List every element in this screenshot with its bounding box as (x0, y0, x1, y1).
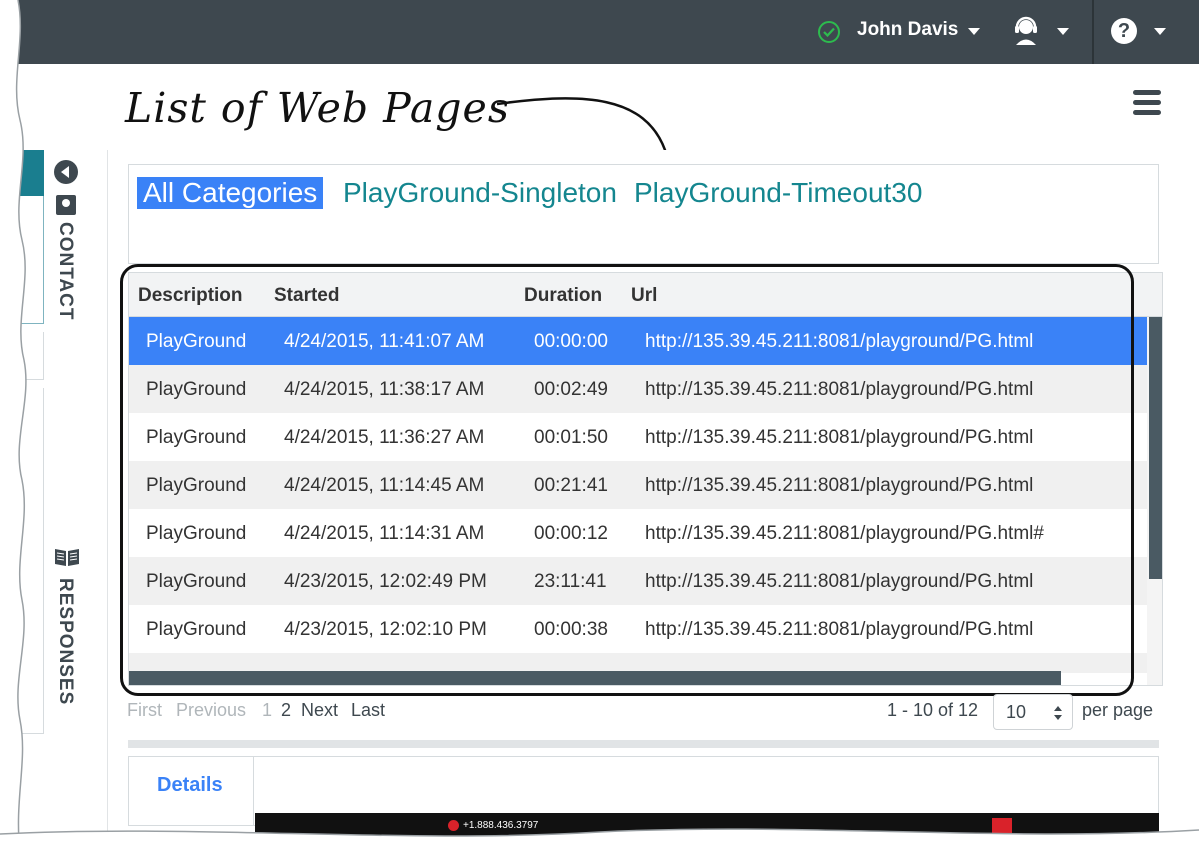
collapse-left-icon[interactable] (54, 160, 78, 184)
cell-description: PlayGround (146, 571, 247, 592)
book-icon[interactable] (54, 547, 80, 567)
select-arrows-icon (1054, 706, 1062, 720)
cell-description: PlayGround (146, 427, 247, 448)
left-panel-section (0, 196, 44, 324)
table-row[interactable]: PlayGround 4/24/2015, 11:36:27 AM 00:01:… (129, 413, 1147, 461)
table-row[interactable]: PlayGround 4/23/2015, 12:02:49 PM 23:11:… (129, 557, 1147, 605)
left-panel-section (0, 388, 44, 734)
cell-url: http://135.39.45.211:8081/playground/PG.… (645, 331, 1034, 352)
pager-next[interactable]: Next (301, 700, 338, 721)
headset-agent-icon[interactable] (1012, 16, 1040, 51)
cell-duration: 00:02:49 (534, 379, 608, 400)
column-header-started[interactable]: Started (274, 285, 339, 307)
pager-previous: Previous (176, 700, 247, 720)
panel-divider (128, 740, 1159, 748)
cell-started: 4/24/2015, 11:38:17 AM (284, 379, 485, 400)
cell-started: 4/23/2015, 12:02:49 PM (284, 571, 487, 592)
table-row[interactable]: PlayGround 4/23/2015, 12:02:10 PM 00:00:… (129, 605, 1147, 653)
tab-details-label[interactable]: Details (157, 774, 223, 797)
cell-duration: 23:11:41 (534, 571, 607, 592)
column-header-duration[interactable]: Duration (524, 285, 602, 307)
per-page-value: 10 (1006, 702, 1027, 722)
cell-url: http://135.39.45.211:8081/playground/PG.… (645, 619, 1034, 640)
cell-started: 4/24/2015, 11:14:31 AM (284, 523, 485, 544)
check-circle-icon[interactable] (818, 21, 840, 43)
cell-duration: 00:00:38 (534, 619, 608, 640)
cell-url: http://135.39.45.211:8081/playground/PG.… (645, 571, 1034, 592)
horizontal-scrollbar-thumb[interactable] (129, 671, 1061, 685)
table-row[interactable]: PlayGround 4/24/2015, 11:41:07 AM 00:00:… (129, 317, 1147, 365)
cell-duration: 00:21:41 (534, 475, 608, 496)
vertical-scrollbar[interactable] (1147, 317, 1162, 685)
pager-last[interactable]: Last (351, 700, 385, 721)
table-header: Description Started Duration Url (129, 273, 1162, 317)
page-range-text: 1 - 10 of 12 (887, 700, 979, 720)
chevron-down-icon[interactable] (1057, 28, 1069, 35)
cell-started: 4/24/2015, 11:14:45 AM (284, 475, 485, 496)
pager-page-1: 1 (262, 700, 273, 720)
category-all[interactable]: All Categories (137, 177, 324, 209)
per-page-select[interactable]: 10 (993, 694, 1073, 730)
cell-description: PlayGround (146, 331, 247, 352)
user-name-menu[interactable]: John Davis (857, 19, 958, 41)
table-row[interactable]: PlayGround 4/24/2015, 11:14:31 AM 00:00:… (129, 509, 1147, 557)
chevron-down-icon[interactable] (968, 28, 980, 35)
web-pages-table: Description Started Duration Url PlayGro… (128, 272, 1163, 686)
cell-description: PlayGround (146, 619, 247, 640)
tab-responses[interactable]: RESPONSES (54, 578, 76, 705)
hamburger-menu-icon[interactable] (1133, 90, 1161, 120)
left-panel-section (0, 332, 44, 380)
cell-started: 4/24/2015, 11:41:07 AM (284, 331, 485, 352)
question-circle-icon[interactable]: ? (1111, 18, 1137, 44)
cell-url: http://135.39.45.211:8081/playground/PG.… (645, 379, 1034, 400)
torn-bottom-decoration (0, 828, 1199, 852)
app-window: John Davis ? List of Web Pages CONTACT R… (0, 0, 1199, 852)
cell-description: PlayGround (146, 523, 247, 544)
column-header-description[interactable]: Description (138, 285, 243, 307)
cell-description: PlayGround (146, 379, 247, 400)
cell-duration: 00:00:12 (534, 523, 608, 544)
vertical-scrollbar-thumb[interactable] (1149, 317, 1162, 579)
contact-card-icon[interactable] (56, 195, 76, 215)
tab-contact[interactable]: CONTACT (54, 222, 76, 320)
category-playground-singleton[interactable]: PlayGround-Singleton (343, 177, 617, 209)
table-row[interactable]: PlayGround 4/24/2015, 11:38:17 AM 00:02:… (129, 365, 1147, 413)
column-header-url[interactable]: Url (631, 285, 657, 307)
annotation-callout: List of Web Pages (125, 84, 510, 132)
cell-started: 4/24/2015, 11:36:27 AM (284, 427, 485, 448)
category-playground-timeout30[interactable]: PlayGround-Timeout30 (634, 177, 922, 209)
table-row-partial[interactable] (129, 653, 1147, 673)
topbar-divider (1092, 0, 1094, 64)
cell-started: 4/23/2015, 12:02:10 PM (284, 619, 487, 640)
cell-duration: 00:01:50 (534, 427, 608, 448)
cell-url: http://135.39.45.211:8081/playground/PG.… (645, 523, 1044, 544)
pager-page-2[interactable]: 2 (281, 700, 291, 721)
table-row[interactable]: PlayGround 4/24/2015, 11:14:45 AM 00:21:… (129, 461, 1147, 509)
cell-description: PlayGround (146, 475, 247, 496)
cell-duration: 00:00:00 (534, 331, 608, 352)
cell-url: http://135.39.45.211:8081/playground/PG.… (645, 427, 1034, 448)
top-bar: John Davis ? (0, 0, 1199, 64)
cell-url: http://135.39.45.211:8081/playground/PG.… (645, 475, 1034, 496)
per-page-label: per page (1082, 700, 1154, 720)
pager-first: First (127, 700, 162, 720)
left-panel-header (0, 150, 44, 196)
chevron-down-icon[interactable] (1154, 28, 1166, 35)
